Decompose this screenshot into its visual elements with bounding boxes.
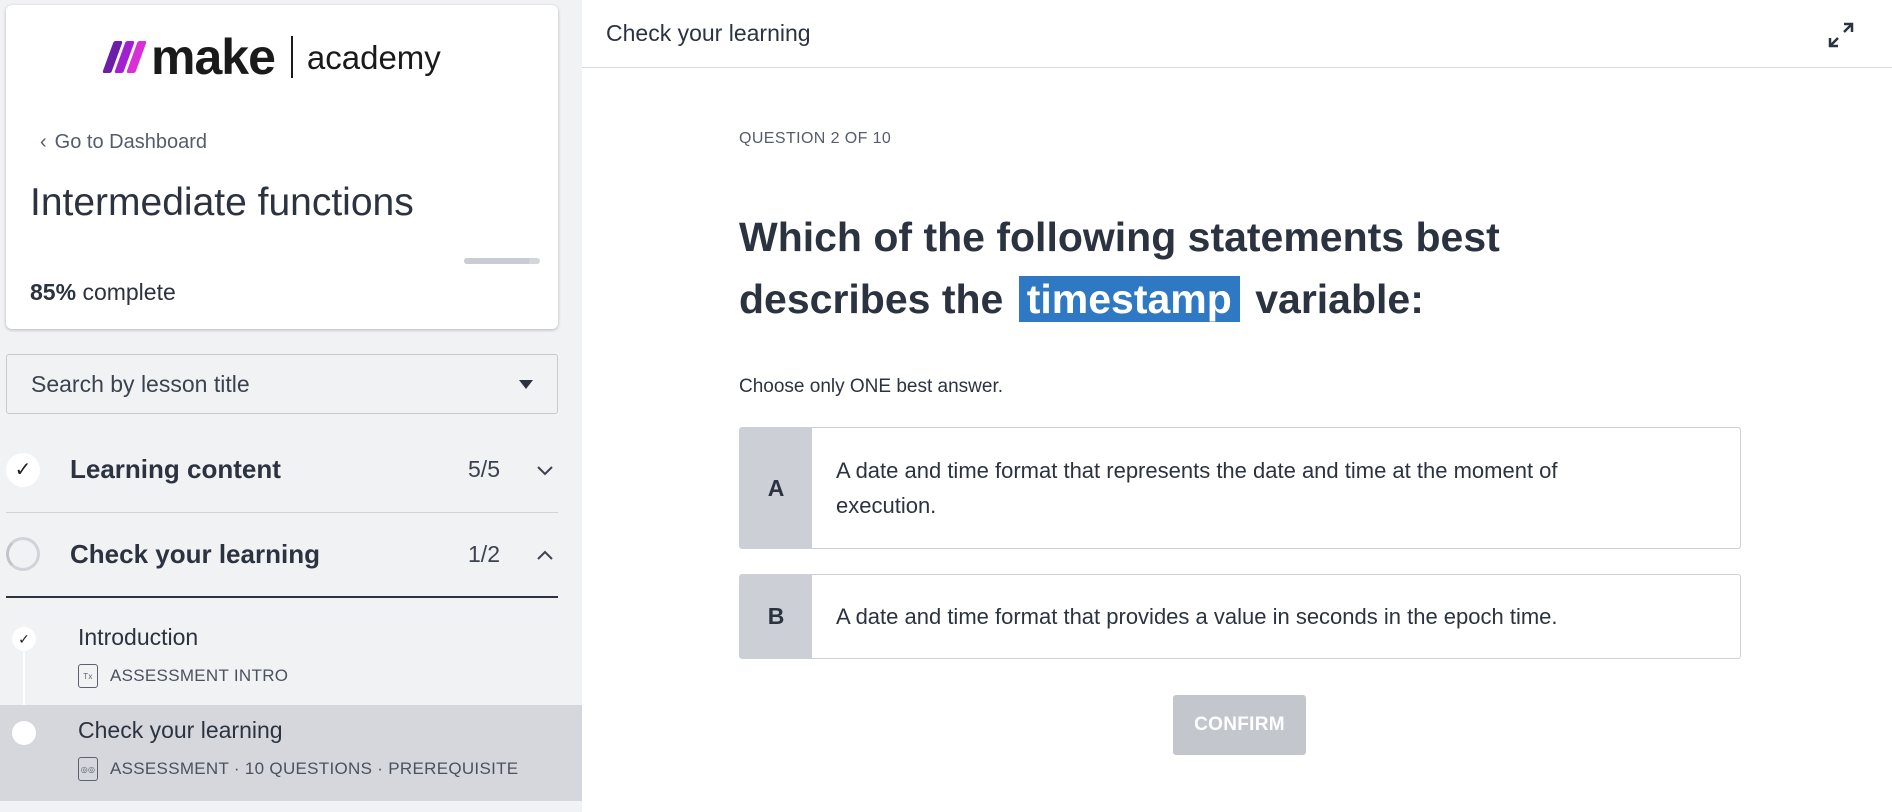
- make-logo-icon: [102, 41, 147, 73]
- course-sidebar: make academy ‹ Go to Dashboard Intermedi…: [0, 0, 582, 812]
- progress-ring-icon: [6, 537, 40, 571]
- section-title: Learning content: [70, 454, 281, 484]
- lesson-meta: ◎◎ ASSESSMENT · 10 QUESTIONS · PREREQUIS…: [78, 757, 518, 781]
- question-text: Which of the following statements best d…: [739, 206, 1639, 330]
- progress-suffix: complete: [82, 279, 176, 305]
- lesson-search-select[interactable]: Search by lesson title: [6, 354, 558, 414]
- logo-subtitle: academy: [306, 38, 441, 76]
- lesson-title: Check your learning: [78, 717, 283, 743]
- make-academy-logo: make academy: [102, 29, 441, 85]
- question-highlight: timestamp: [1018, 276, 1240, 322]
- section-count: 1/2: [468, 540, 500, 567]
- search-placeholder: Search by lesson title: [31, 370, 250, 397]
- section-learning-content[interactable]: ✓ Learning content 5/5: [6, 427, 558, 513]
- option-letter: B: [740, 575, 812, 658]
- lesson-item-check-your-learning[interactable]: Check your learning ◎◎ ASSESSMENT · 10 Q…: [0, 705, 582, 801]
- course-progress-bar: [464, 258, 540, 264]
- quiz-icon: ◎◎: [78, 757, 98, 781]
- confirm-button[interactable]: CONFIRM: [1173, 695, 1306, 755]
- section-count: 5/5: [468, 456, 500, 482]
- progress-text: 85% complete: [30, 279, 176, 306]
- go-to-dashboard-link[interactable]: ‹ Go to Dashboard: [40, 131, 207, 154]
- lesson-meta-text: ASSESSMENT INTRO: [110, 666, 289, 685]
- chevron-left-icon: ‹: [40, 131, 47, 153]
- logo-divider: [290, 36, 293, 78]
- option-text: A date and time format that represents t…: [836, 458, 1558, 518]
- assessment-header: Check your learning: [582, 0, 1892, 68]
- course-progress-fill: [464, 258, 529, 264]
- option-text: A date and time format that provides a v…: [836, 604, 1558, 629]
- check-circle-icon: ✓: [6, 452, 40, 487]
- lesson-title: Introduction: [78, 624, 199, 650]
- question-suffix: variable:: [1255, 276, 1424, 322]
- chevron-up-icon: [532, 541, 558, 567]
- answer-option-b[interactable]: B A date and time format that provides a…: [739, 574, 1741, 659]
- current-lesson-dot-icon: [12, 721, 36, 745]
- chevron-down-icon: [532, 457, 558, 483]
- back-link-label: Go to Dashboard: [54, 131, 207, 153]
- document-icon: Tx: [78, 664, 98, 688]
- progress-percent: 85%: [30, 279, 77, 305]
- lesson-item-introduction[interactable]: ✓ Introduction Tx ASSESSMENT INTRO: [0, 612, 582, 708]
- logo-wordmark: make: [151, 29, 276, 85]
- section-title: Check your learning: [70, 538, 320, 569]
- section-check-your-learning[interactable]: Check your learning 1/2: [6, 512, 558, 598]
- question-instruction: Choose only ONE best answer.: [739, 376, 1004, 397]
- caret-down-icon: [519, 379, 533, 389]
- expand-icon[interactable]: [1826, 20, 1856, 50]
- check-icon: ✓: [12, 627, 36, 651]
- course-title: Intermediate functions: [30, 181, 414, 224]
- question-number: QUESTION 2 OF 10: [739, 130, 892, 147]
- header-title: Check your learning: [606, 20, 811, 46]
- answer-option-a[interactable]: A A date and time format that represents…: [739, 427, 1741, 549]
- lesson-meta-text: ASSESSMENT · 10 QUESTIONS · PREREQUISITE: [110, 759, 519, 778]
- course-card: make academy ‹ Go to Dashboard Intermedi…: [6, 5, 558, 329]
- assessment-panel: Check your learning QUESTION 2 OF 10 Whi…: [582, 0, 1892, 812]
- option-letter: A: [740, 428, 812, 548]
- lesson-meta: Tx ASSESSMENT INTRO: [78, 664, 288, 688]
